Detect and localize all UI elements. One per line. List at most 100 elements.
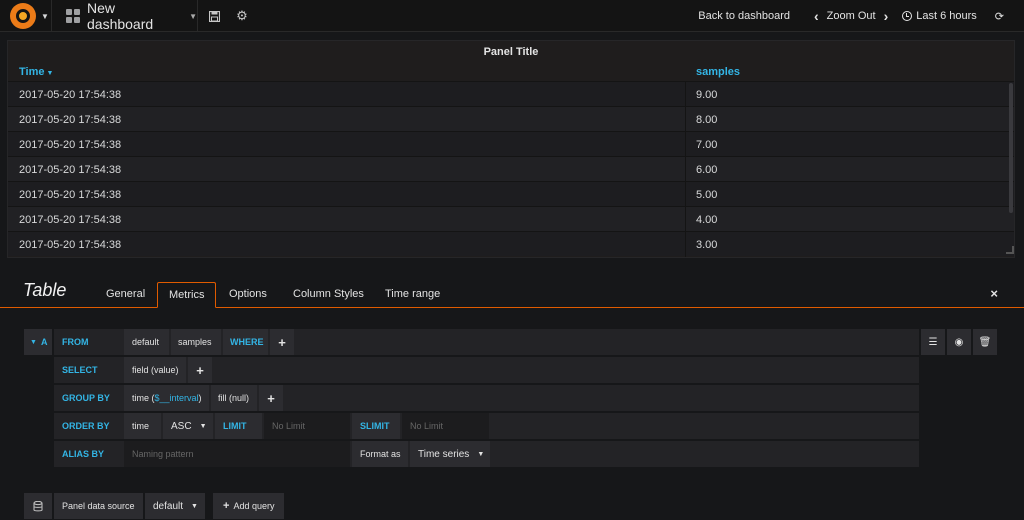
- chevron-left-icon[interactable]: ‹: [814, 8, 819, 24]
- table-body: 2017-05-20 17:54:38 9.00 2017-05-20 17:54:…: [8, 81, 1014, 257]
- dashboard-title: New dashboard: [87, 0, 154, 32]
- chevron-down-icon: ▼: [189, 11, 197, 21]
- panel-editor-header: Table General Metrics Options Column Sty…: [0, 276, 1024, 308]
- cell-samples: 7.00: [696, 139, 718, 151]
- clock-icon: [902, 11, 913, 21]
- database-icon: [24, 493, 52, 519]
- cell-time: 2017-05-20 17:54:38: [19, 114, 122, 126]
- column-divider: [685, 107, 686, 132]
- chevron-down-icon: ▼: [477, 450, 485, 458]
- format-as-select[interactable]: Time series ▼: [410, 441, 490, 467]
- table-scrollbar[interactable]: [1009, 83, 1013, 213]
- back-to-dashboard-button[interactable]: Back to dashboard: [698, 10, 790, 22]
- table-row: 2017-05-20 17:54:38 8.00: [8, 106, 1014, 132]
- column-divider: [685, 82, 686, 107]
- grafana-menu-button[interactable]: ▼: [0, 0, 52, 32]
- cell-samples: 5.00: [696, 189, 718, 201]
- column-divider: [685, 182, 686, 207]
- table-row: 2017-05-20 17:54:38 9.00: [8, 81, 1014, 107]
- time-range-picker[interactable]: Last 6 hours: [902, 10, 977, 22]
- tab-metrics[interactable]: Metrics: [157, 282, 217, 308]
- time-controls: Back to dashboard ‹ Zoom Out › Last 6 ho…: [698, 0, 1024, 32]
- plus-icon: +: [223, 500, 230, 512]
- dashboard-picker[interactable]: New dashboard ▼: [56, 0, 198, 32]
- from-keyword: FROM: [54, 329, 122, 355]
- cell-time: 2017-05-20 17:54:38: [19, 214, 122, 226]
- grafana-logo-icon: [10, 3, 36, 29]
- column-divider: [685, 132, 686, 157]
- add-query-button[interactable]: + Add query: [213, 493, 284, 519]
- collapse-caret-icon: ▼: [30, 338, 37, 346]
- order-direction-select[interactable]: ASC ▼: [163, 413, 213, 439]
- tab-options[interactable]: Options: [218, 282, 278, 308]
- table-row: 2017-05-20 17:54:38 6.00: [8, 156, 1014, 182]
- table-row: 2017-05-20 17:54:38 4.00: [8, 206, 1014, 232]
- order-by-keyword: ORDER BY: [62, 421, 110, 431]
- from-measurement-segment[interactable]: samples: [171, 329, 221, 355]
- order-field-segment: time: [124, 413, 161, 439]
- data-source-select[interactable]: default ▼: [145, 493, 205, 519]
- cell-samples: 8.00: [696, 114, 718, 126]
- add-group-by-button[interactable]: +: [259, 385, 283, 411]
- cell-samples: 4.00: [696, 214, 718, 226]
- panel-data-source-label: Panel data source: [54, 493, 143, 519]
- group-time-segment[interactable]: time ($__interval): [124, 385, 209, 411]
- column-divider: [685, 232, 686, 257]
- query-ref-toggle[interactable]: ▼ A: [24, 329, 52, 355]
- add-where-button[interactable]: +: [270, 329, 294, 355]
- group-by-keyword: GROUP BY: [62, 393, 110, 403]
- cell-samples: 6.00: [696, 164, 718, 176]
- column-header-time[interactable]: Time ▼: [19, 66, 53, 78]
- select-keyword: SELECT: [62, 365, 98, 375]
- chevron-down-icon: ▼: [199, 422, 207, 430]
- select-field-segment[interactable]: field (value): [124, 357, 186, 383]
- close-icon[interactable]: ×: [990, 286, 998, 301]
- where-keyword: WHERE: [223, 329, 268, 355]
- table-row: 2017-05-20 17:54:38 7.00: [8, 131, 1014, 157]
- chevron-right-icon[interactable]: ›: [884, 8, 889, 24]
- limit-input[interactable]: No Limit: [264, 413, 350, 439]
- query-menu-icon[interactable]: ☰: [921, 329, 945, 355]
- cell-time: 2017-05-20 17:54:38: [19, 89, 122, 101]
- column-divider: [685, 207, 686, 232]
- chevron-down-icon: ▼: [41, 11, 49, 21]
- zoom-out-button[interactable]: Zoom Out: [827, 10, 876, 22]
- tab-time-range[interactable]: Time range: [374, 282, 451, 308]
- time-range-label: Last 6 hours: [916, 10, 977, 22]
- cell-time: 2017-05-20 17:54:38: [19, 139, 122, 151]
- top-navbar: ▼ New dashboard ▼ ⚙ Back to dashboard ‹ …: [0, 0, 1024, 32]
- delete-query-trash-icon[interactable]: 🗑: [973, 329, 997, 355]
- limit-keyword: LIMIT: [215, 413, 262, 439]
- save-icon[interactable]: [206, 0, 222, 32]
- add-select-button[interactable]: +: [188, 357, 212, 383]
- column-divider: [685, 157, 686, 182]
- column-header-samples[interactable]: samples: [696, 66, 740, 78]
- table-panel: Panel Title Time ▼ samples 2017-05-20 17:…: [7, 40, 1015, 258]
- chevron-down-icon: ▼: [191, 502, 198, 510]
- panel-type-title: Table: [23, 280, 67, 300]
- table-row: 2017-05-20 17:54:38 5.00: [8, 181, 1014, 207]
- format-as-label: Format as: [352, 441, 408, 467]
- alias-pattern-input[interactable]: Naming pattern: [124, 441, 350, 467]
- cell-time: 2017-05-20 17:54:38: [19, 189, 122, 201]
- panel-title[interactable]: Panel Title: [8, 41, 1014, 63]
- from-policy-segment[interactable]: default: [124, 329, 169, 355]
- refresh-icon[interactable]: ⟳: [995, 10, 1004, 23]
- cell-samples: 3.00: [696, 239, 718, 251]
- cell-samples: 9.00: [696, 89, 718, 101]
- panel-resize-handle[interactable]: [1006, 246, 1014, 254]
- query-ref-id: A: [40, 337, 48, 347]
- dashboard-grid-icon: [66, 9, 80, 23]
- toggle-visibility-eye-icon[interactable]: ◉: [947, 329, 971, 355]
- sort-desc-icon: ▼: [46, 70, 54, 77]
- cell-time: 2017-05-20 17:54:38: [19, 239, 122, 251]
- cell-time: 2017-05-20 17:54:38: [19, 164, 122, 176]
- group-fill-segment[interactable]: fill (null): [211, 385, 257, 411]
- settings-gear-icon[interactable]: ⚙: [234, 0, 250, 32]
- tab-column-styles[interactable]: Column Styles: [282, 282, 375, 308]
- table-row: 2017-05-20 17:54:38 3.00: [8, 231, 1014, 257]
- tab-general[interactable]: General: [95, 282, 156, 308]
- alias-by-keyword: ALIAS BY: [62, 449, 105, 459]
- slimit-keyword: SLIMIT: [352, 413, 400, 439]
- slimit-input[interactable]: No Limit: [402, 413, 489, 439]
